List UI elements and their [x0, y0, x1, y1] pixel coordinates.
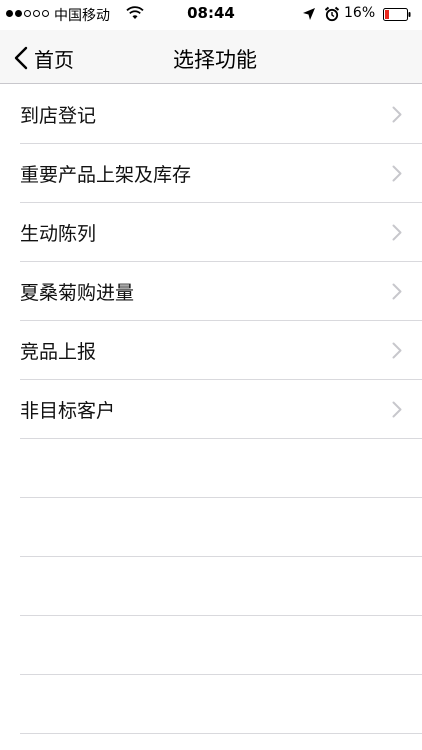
menu-item-label: 生动陈列: [20, 222, 97, 245]
chevron-right-icon: [392, 165, 402, 182]
menu-item-label: 竞品上报: [20, 340, 97, 363]
empty-list-row: [0, 498, 422, 557]
empty-list-row: [0, 616, 422, 675]
chevron-right-icon: [392, 224, 402, 241]
chevron-right-icon: [392, 401, 402, 418]
menu-item-display[interactable]: 生动陈列: [0, 203, 422, 262]
menu-item-label: 重要产品上架及库存: [20, 163, 192, 186]
alarm-clock-icon: [324, 6, 340, 22]
chevron-right-icon: [392, 106, 402, 123]
navigation-bar: 首页 选择功能: [0, 30, 422, 84]
menu-item-checkin[interactable]: 到店登记: [0, 85, 422, 144]
page-title: 选择功能: [173, 48, 257, 72]
menu-item-purchase-volume[interactable]: 夏桑菊购进量: [0, 262, 422, 321]
empty-list-row: [0, 439, 422, 498]
menu-item-label: 夏桑菊购进量: [20, 281, 135, 304]
empty-list-row: [0, 557, 422, 616]
battery-icon: [383, 8, 411, 21]
menu-item-non-target-customer[interactable]: 非目标客户: [0, 380, 422, 439]
location-arrow-icon: [303, 8, 315, 20]
chevron-right-icon: [392, 342, 402, 359]
menu-item-label: 到店登记: [20, 104, 97, 127]
chevron-right-icon: [392, 283, 402, 300]
battery-percent: 16%: [344, 5, 376, 21]
menu-item-competitor-report[interactable]: 竞品上报: [0, 321, 422, 380]
menu-item-shelf-stock[interactable]: 重要产品上架及库存: [0, 144, 422, 203]
function-menu-list: 到店登记 重要产品上架及库存 生动陈列 夏桑菊购进量 竞品上报 非目标客户: [0, 85, 422, 734]
status-bar: 中国移动 08:44 16%: [0, 0, 422, 30]
empty-list-row: [0, 675, 422, 734]
menu-item-label: 非目标客户: [20, 399, 116, 422]
screen: 中国移动 08:44 16% 首页 选择功能 到店登记 重要产品上架及库存 生动…: [0, 0, 422, 750]
